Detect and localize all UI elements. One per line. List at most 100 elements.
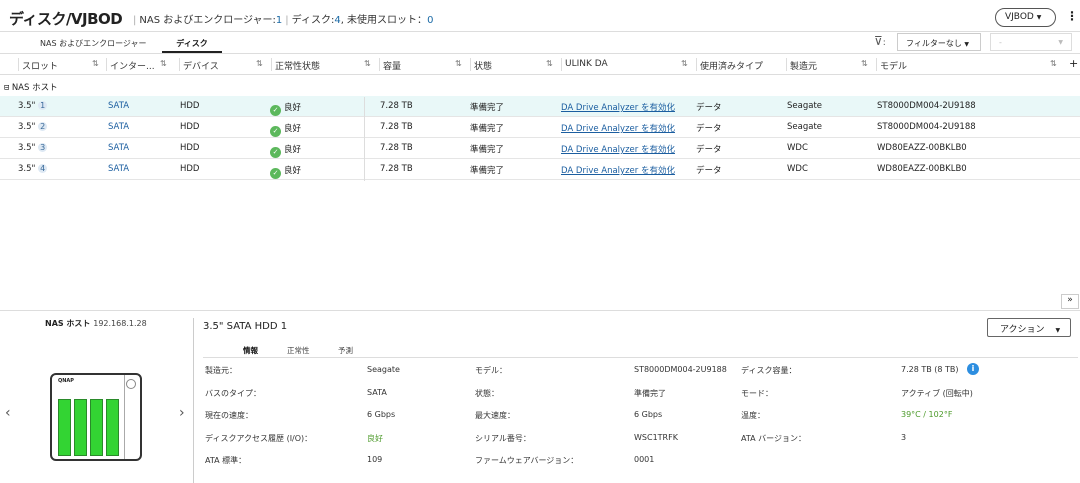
maker-cell: Seagate: [787, 122, 823, 132]
sort-icon[interactable]: ⇅: [546, 59, 553, 68]
disk-bay-1[interactable]: [58, 399, 71, 456]
slot-size: 3.5": [18, 122, 36, 132]
ulink-enable-link[interactable]: DA Drive Analyzer を有効化: [561, 164, 675, 176]
field-value: 準備完了: [634, 388, 666, 398]
prev-arrow-icon[interactable]: ‹: [5, 405, 11, 421]
slot-cell: 3.5" 3: [18, 143, 48, 153]
disk-bay-3[interactable]: [90, 399, 103, 456]
disk-bay-4[interactable]: [106, 399, 119, 456]
column-header[interactable]: ULINK DA: [565, 59, 608, 69]
sort-icon[interactable]: ⇅: [861, 59, 868, 68]
divider: [0, 53, 1080, 54]
filter-select[interactable]: フィルターなし ▼: [897, 33, 981, 51]
interface-cell: SATA: [108, 143, 130, 153]
table-row[interactable]: 3.5" 2 SATA HDD ✓ 良好 7.28 TB 準備完了 DA Driv…: [0, 117, 1080, 138]
free-slot-count: 0: [427, 15, 434, 26]
slot-number: 4: [38, 164, 48, 173]
ulink-enable-link[interactable]: DA Drive Analyzer を有効化: [561, 143, 675, 155]
table-row[interactable]: 3.5" 1 SATA HDD ✓ 良好 7.28 TB 準備完了 DA Driv…: [0, 96, 1080, 117]
column-header[interactable]: 正常性状態: [275, 59, 320, 72]
divider: [0, 74, 1080, 75]
filter-icon: ⊽:: [874, 34, 886, 48]
health-value: 良好: [284, 145, 302, 155]
info-icon[interactable]: i: [967, 363, 979, 375]
column-header[interactable]: 状態: [474, 59, 492, 72]
health-value: 良好: [284, 166, 302, 176]
ulink-enable-link[interactable]: DA Drive Analyzer を有効化: [561, 101, 675, 113]
field-label: ディスク容量：: [741, 366, 797, 375]
sort-icon[interactable]: ⇅: [92, 59, 99, 68]
divider: [0, 310, 1080, 311]
field-label: シリアル番号：: [475, 433, 531, 443]
field-value: SATA: [367, 387, 387, 397]
field-label: ATA バージョン：: [741, 433, 806, 443]
detail-tab-health[interactable]: 正常性: [287, 345, 310, 356]
state-cell: 準備完了: [470, 124, 505, 134]
collapse-icon[interactable]: ⊟: [4, 83, 9, 93]
kebab-icon[interactable]: ⋮: [1066, 9, 1078, 23]
field-label: 状態：: [475, 388, 499, 398]
host-title: NAS ホスト 192.168.1.28: [45, 318, 147, 329]
table-row[interactable]: 3.5" 3 SATA HDD ✓ 良好 7.28 TB 準備完了 DA Driv…: [0, 138, 1080, 159]
field-label: ディスクアクセス履歴 (I/O)：: [205, 433, 313, 443]
column-header[interactable]: スロット: [22, 59, 58, 72]
column-separator: [876, 58, 877, 71]
field-label: モード：: [741, 388, 773, 398]
field-value: 6 Gbps: [367, 410, 396, 419]
add-column-icon[interactable]: +: [1069, 57, 1078, 70]
tab-nas-enclosure[interactable]: NAS およびエンクロージャー: [40, 38, 147, 49]
divider: [193, 318, 194, 483]
column-header[interactable]: 使用済みタイプ: [700, 59, 763, 72]
slot-size: 3.5": [18, 101, 36, 111]
divider: [0, 31, 1080, 32]
sort-icon[interactable]: ⇅: [1050, 59, 1057, 68]
model-cell: WD80EAZZ-00BKLB0: [877, 143, 967, 153]
sort-icon[interactable]: ⇅: [681, 59, 688, 68]
ulink-enable-link[interactable]: DA Drive Analyzer を有効化: [561, 122, 675, 134]
free-slot-label: , 未使用スロット：: [340, 15, 428, 26]
column-header[interactable]: デバイス: [183, 59, 219, 72]
device-cell: HDD: [180, 101, 200, 111]
sort-icon[interactable]: ⇅: [364, 59, 371, 68]
maker-cell: WDC: [787, 143, 808, 153]
caret-down-icon: ▼: [1055, 327, 1061, 334]
caret-down-icon: ▼: [964, 41, 970, 48]
collapse-panel-icon[interactable]: »: [1061, 294, 1079, 309]
detail-tab-prediction[interactable]: 予測: [338, 345, 353, 356]
column-separator: [696, 58, 697, 71]
column-separator: [271, 58, 272, 71]
host-label: NAS ホスト: [45, 319, 91, 328]
model-cell: ST8000DM004-2U9188: [877, 101, 976, 111]
divider: [124, 375, 125, 459]
column-header[interactable]: モデル: [880, 59, 907, 72]
sort-icon[interactable]: ⇅: [455, 59, 462, 68]
field-value: 7.28 TB (8 TB): [901, 365, 959, 374]
table-row[interactable]: 3.5" 4 SATA HDD ✓ 良好 7.28 TB 準備完了 DA Driv…: [0, 159, 1080, 180]
field-value: 3: [901, 432, 907, 442]
field-value: 6 Gbps: [634, 410, 663, 419]
tab-disks[interactable]: ディスク: [162, 38, 222, 49]
sort-icon[interactable]: ⇅: [160, 59, 167, 68]
interface-cell: SATA: [108, 122, 130, 132]
field-label: 最大速度：: [475, 411, 515, 420]
next-arrow-icon[interactable]: ›: [179, 405, 185, 421]
column-separator: [379, 58, 380, 71]
action-button[interactable]: アクション ▼: [987, 318, 1071, 337]
filter-sub-select[interactable]: - ▼: [990, 33, 1072, 51]
vjbod-button[interactable]: VJBOD ▼: [995, 8, 1056, 27]
disk-bay-2[interactable]: [74, 399, 87, 456]
slot-number: 3: [38, 143, 48, 152]
sort-icon[interactable]: ⇅: [256, 59, 263, 68]
detail-tab-info[interactable]: 情報: [243, 345, 258, 356]
column-header[interactable]: 製造元: [790, 59, 817, 72]
state-cell: 準備完了: [470, 145, 505, 155]
divider: [203, 357, 1078, 358]
column-header[interactable]: 容量: [383, 59, 401, 72]
used-type-cell: データ: [696, 103, 722, 113]
check-circle-icon: ✓: [270, 168, 281, 179]
column-header[interactable]: インター...: [110, 59, 155, 72]
summary: | NAS およびエンクロージャー:1 | ディスク:4, 未使用スロット：0: [133, 15, 434, 26]
field-label: バスのタイプ：: [205, 388, 261, 398]
group-nas-host[interactable]: ⊟ NAS ホスト: [4, 81, 58, 93]
used-type-cell: データ: [696, 166, 722, 176]
